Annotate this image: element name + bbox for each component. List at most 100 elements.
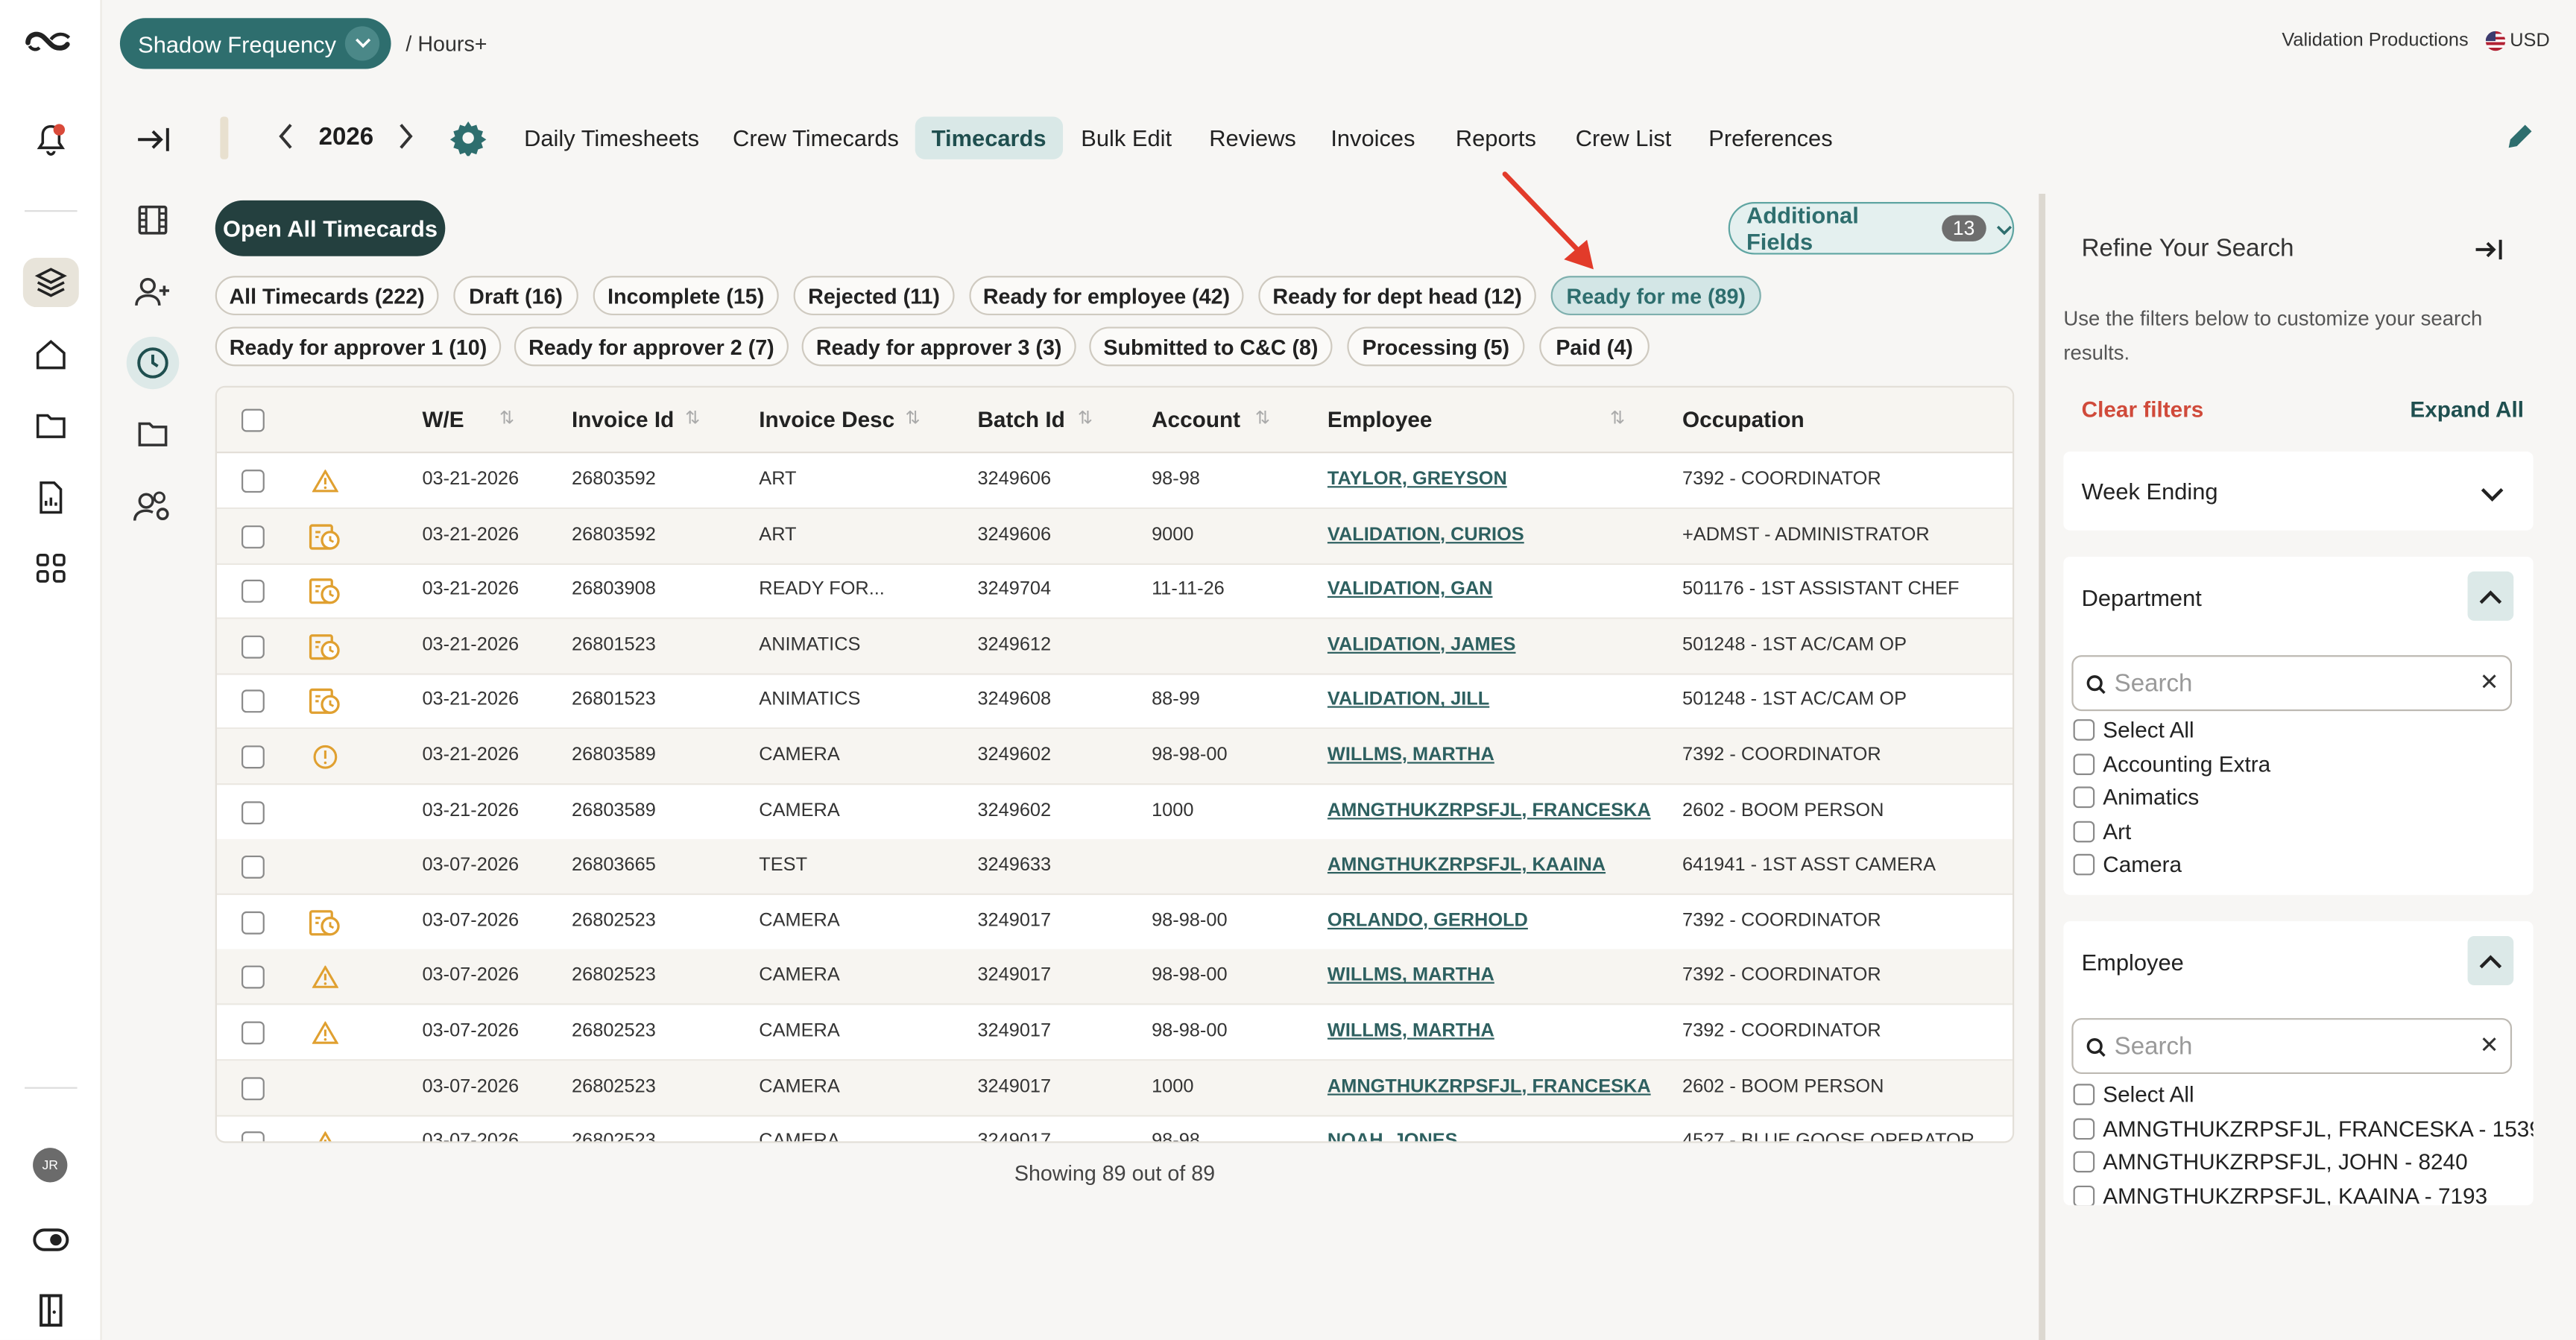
row-checkbox[interactable] — [242, 635, 265, 659]
row-checkbox[interactable] — [242, 525, 265, 549]
table-row[interactable]: 03-21-2026 26801523 ANIMATICS 3249608 88-99 V… — [216, 674, 2013, 730]
filter-chip[interactable]: Ready for approver 1 (10) — [215, 326, 502, 367]
row-checkbox[interactable] — [242, 966, 265, 990]
filter-chip-active[interactable]: Ready for me (89) — [1550, 276, 1761, 316]
filter-chip[interactable]: Ready for approver 3 (3) — [801, 326, 1076, 367]
tab-timecards[interactable]: Timecards — [915, 116, 1063, 159]
notification-bell-icon[interactable] — [31, 120, 71, 159]
table-row[interactable]: 03-07-2026 26802523 CAMERA 3249017 98-98 NOAH… — [217, 1116, 2012, 1142]
sort-icon[interactable]: ⇅ — [1255, 407, 1270, 429]
filter-option[interactable]: Accounting Extra — [2073, 751, 2270, 776]
filter-chip[interactable]: Processing (5) — [1347, 326, 1525, 367]
option-checkbox[interactable] — [2073, 1117, 2095, 1140]
clock-icon[interactable] — [126, 336, 180, 390]
filter-option[interactable]: AMNGTHUKZRPSFJL, JOHN - 8240 — [2073, 1150, 2468, 1175]
project-selector[interactable]: Shadow Frequency — [119, 18, 391, 69]
filter-chip[interactable]: Draft (16) — [453, 276, 578, 316]
filter-option[interactable]: AMNGTHUKZRPSFJL, FRANCESKA - 1539 — [2073, 1116, 2534, 1140]
cell-employee[interactable]: AMNGTHUKZRPSFJL, FRANCESKA — [1328, 800, 1651, 820]
select-all-checkbox[interactable] — [242, 408, 265, 432]
option-checkbox[interactable] — [2073, 1151, 2095, 1173]
option-checkbox[interactable] — [2073, 719, 2095, 741]
cell-employee[interactable]: VALIDATION, JILL — [1328, 690, 1489, 709]
cell-employee[interactable]: AMNGTHUKZRPSFJL, FRANCESKA — [1328, 1077, 1651, 1096]
table-row[interactable]: 03-07-2026 26802523 CAMERA 3249017 98-98-00 W… — [216, 1005, 2013, 1061]
filter-chip[interactable]: Submitted to C&C (8) — [1089, 326, 1333, 367]
apps-grid-icon[interactable] — [31, 549, 71, 588]
filter-chip[interactable]: Ready for dept head (12) — [1258, 276, 1536, 316]
week-ending-filter[interactable]: Week Ending — [2063, 451, 2534, 531]
row-checkbox[interactable] — [242, 580, 265, 604]
folder-icon[interactable] — [131, 412, 174, 455]
home-icon[interactable] — [31, 335, 71, 374]
filter-chip[interactable]: Ready for approver 2 (7) — [514, 326, 789, 367]
app-logo-icon[interactable] — [23, 23, 79, 63]
chevron-up-icon[interactable] — [2467, 935, 2514, 986]
table-row[interactable]: 03-07-2026 26802523 CAMERA 3249017 98-98-00 W… — [216, 949, 2013, 1006]
sort-icon[interactable]: ⇅ — [1078, 407, 1093, 429]
filter-chip[interactable]: All Timecards (222) — [215, 276, 439, 316]
expand-all-button[interactable]: Expand All — [2410, 397, 2524, 422]
clear-filters-button[interactable]: Clear filters — [2082, 397, 2204, 422]
pencil-edit-icon[interactable] — [2504, 120, 2536, 161]
filter-chip[interactable]: Ready for employee (42) — [969, 276, 1244, 316]
tab-reports[interactable]: Reports — [1439, 116, 1553, 159]
panel-divider[interactable] — [2039, 194, 2046, 1340]
sort-icon[interactable]: ⇅ — [905, 407, 920, 429]
sort-icon[interactable]: ⇅ — [499, 407, 514, 429]
breadcrumb[interactable]: / Hours+ — [405, 31, 487, 56]
filter-option[interactable]: Select All — [2073, 718, 2194, 742]
company-name[interactable]: Validation Productions — [2282, 31, 2468, 51]
option-checkbox[interactable] — [2073, 753, 2095, 775]
row-checkbox[interactable] — [242, 800, 265, 824]
avatar[interactable]: JR — [33, 1148, 68, 1183]
folder-icon[interactable] — [31, 405, 71, 445]
prev-year-icon[interactable] — [274, 121, 297, 159]
cell-employee[interactable]: NOAH, JONES — [1328, 1132, 1458, 1142]
open-all-timecards-button[interactable]: Open All Timecards — [215, 200, 446, 256]
row-checkbox[interactable] — [242, 1131, 265, 1142]
collapse-sidebar-icon[interactable] — [131, 118, 174, 161]
column-header-account[interactable]: Account — [1152, 407, 1240, 432]
cell-employee[interactable]: WILLMS, MARTHA — [1328, 966, 1494, 985]
next-year-icon[interactable] — [394, 121, 417, 159]
filter-option[interactable]: AMNGTHUKZRPSFJL, KAAINA - 7193 — [2073, 1183, 2487, 1206]
tab-crew-timecards[interactable]: Crew Timecards — [716, 116, 915, 159]
add-user-icon[interactable] — [131, 271, 174, 314]
tab-daily-timesheets[interactable]: Daily Timesheets — [508, 116, 716, 159]
column-header-invoice-desc[interactable]: Invoice Desc — [759, 407, 894, 432]
option-checkbox[interactable] — [2073, 786, 2095, 809]
table-row[interactable]: 03-07-2026 26802523 CAMERA 3249017 1000 AMNGT… — [216, 1060, 2013, 1116]
department-search-input[interactable]: Search ✕ — [2071, 655, 2513, 712]
column-header-batch-id[interactable]: Batch Id — [977, 407, 1064, 432]
collapse-panel-icon[interactable] — [2474, 236, 2504, 271]
tab-preferences[interactable]: Preferences — [1692, 116, 1849, 159]
row-checkbox[interactable] — [242, 690, 265, 714]
cell-employee[interactable]: VALIDATION, GAN — [1328, 580, 1493, 599]
tab-bulk-edit[interactable]: Bulk Edit — [1064, 116, 1188, 159]
row-checkbox[interactable] — [242, 856, 265, 879]
sort-icon[interactable]: ⇅ — [1610, 407, 1625, 429]
table-row[interactable]: 03-21-2026 26803592 ART 3249606 98-98 TAYLOR,… — [216, 453, 2013, 510]
filter-chip[interactable]: Rejected (11) — [793, 276, 955, 316]
cell-employee[interactable]: WILLMS, MARTHA — [1328, 1022, 1494, 1041]
table-row[interactable]: 03-21-2026 26803589 CAMERA 3249602 98-98-00 W… — [216, 729, 2013, 786]
chevron-up-icon[interactable] — [2467, 571, 2514, 621]
tab-reviews[interactable]: Reviews — [1193, 116, 1313, 159]
sort-icon[interactable]: ⇅ — [685, 407, 700, 429]
employee-search-input[interactable]: Search ✕ — [2071, 1018, 2513, 1075]
option-checkbox[interactable] — [2073, 1185, 2095, 1206]
filter-option[interactable]: Animatics — [2073, 786, 2199, 810]
additional-fields-button[interactable]: Additional Fields 13 — [1728, 202, 2015, 255]
row-checkbox[interactable] — [242, 745, 265, 769]
option-checkbox[interactable] — [2073, 1084, 2095, 1105]
cell-employee[interactable]: AMNGTHUKZRPSFJL, KAAINA — [1328, 856, 1606, 875]
currency-selector[interactable]: USD — [2484, 31, 2550, 51]
row-checkbox[interactable] — [242, 470, 265, 493]
filter-option[interactable]: Select All — [2073, 1082, 2194, 1107]
cell-employee[interactable]: TAYLOR, GREYSON — [1328, 470, 1507, 489]
table-row[interactable]: 03-21-2026 26803908 READY FOR... 3249704 11-… — [216, 563, 2013, 620]
table-row[interactable]: 03-21-2026 26803589 CAMERA 3249602 1000 AMNGT… — [216, 784, 2013, 841]
table-row[interactable]: 03-07-2026 26802523 CAMERA 3249017 98-98-00 O… — [216, 894, 2013, 951]
column-header-invoice-id[interactable]: Invoice Id — [572, 407, 674, 432]
